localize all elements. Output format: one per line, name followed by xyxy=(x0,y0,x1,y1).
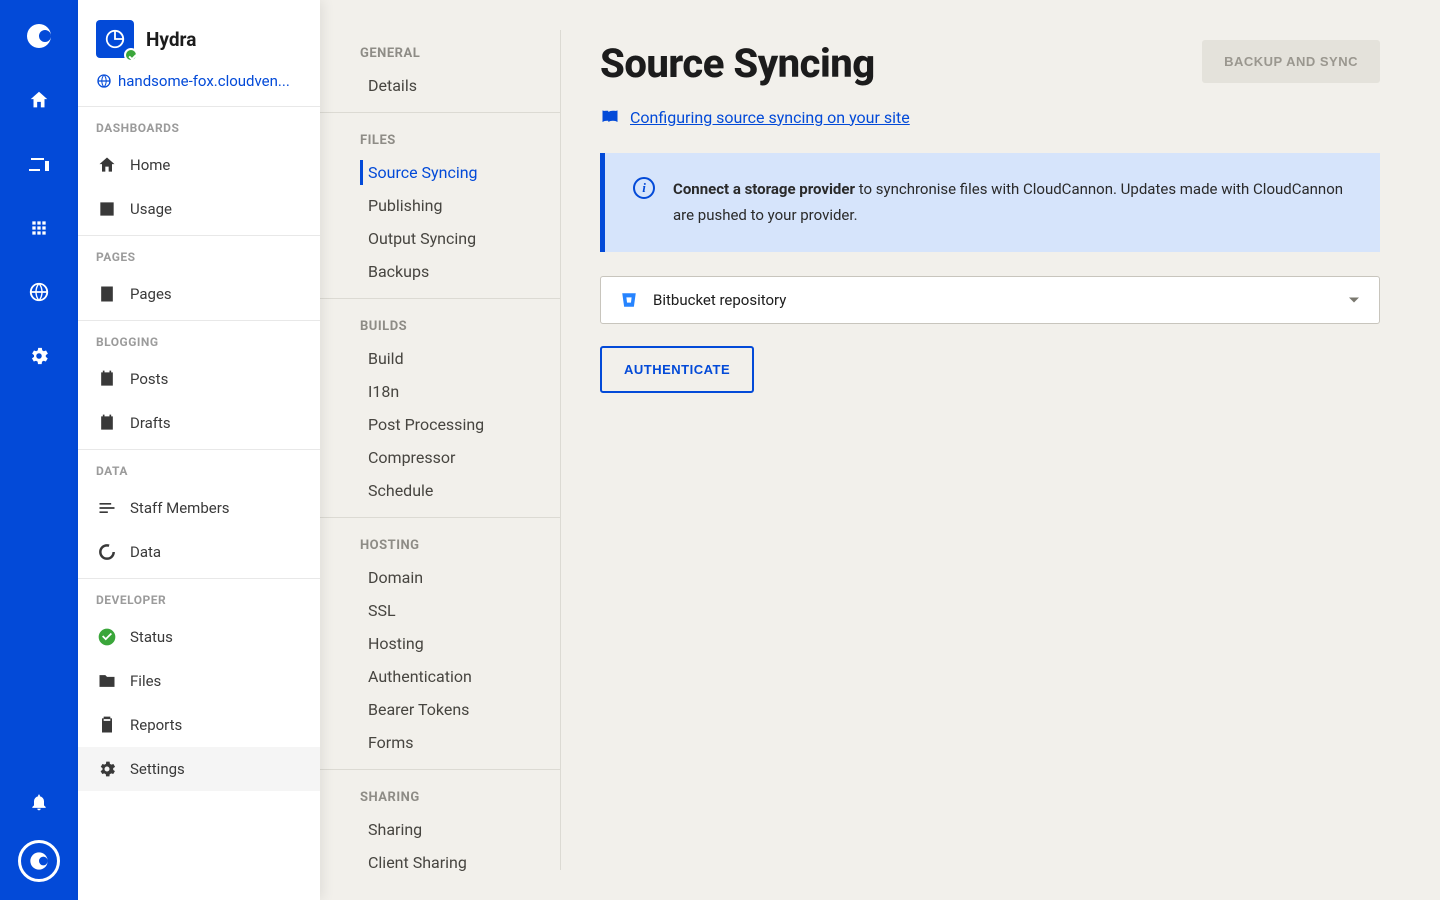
settings-item-sharing[interactable]: Sharing xyxy=(320,813,560,846)
project-url-text: handsome-fox.cloudven... xyxy=(118,72,290,90)
calendar-icon xyxy=(96,413,118,433)
project-icon xyxy=(96,20,134,58)
settings-item-backups[interactable]: Backups xyxy=(320,255,560,288)
bitbucket-icon xyxy=(619,291,639,309)
settings-item-hosting[interactable]: Hosting xyxy=(320,627,560,660)
sidebar-item-label: Staff Members xyxy=(130,499,230,517)
donut-icon xyxy=(96,542,118,562)
sidebar-item-label: Pages xyxy=(130,285,172,303)
sidebar-item-files[interactable]: Files xyxy=(78,659,320,703)
project-name: Hydra xyxy=(146,28,196,51)
sidebar-item-staff-members[interactable]: Staff Members xyxy=(78,486,320,530)
logo-icon[interactable] xyxy=(21,18,57,54)
sidebar-group-label: BLOGGING xyxy=(78,321,320,357)
sidebar-item-label: Home xyxy=(130,156,170,174)
chart-bar-icon xyxy=(96,199,118,219)
sidebar-item-posts[interactable]: Posts xyxy=(78,357,320,401)
clipboard-icon xyxy=(96,715,118,735)
settings-group-heading: FILES xyxy=(320,117,560,156)
settings-nav: GENERALDetails FILESSource SyncingPublish… xyxy=(320,0,560,900)
info-box: i Connect a storage provider to synchron… xyxy=(600,153,1380,252)
sidebar-item-home[interactable]: Home xyxy=(78,143,320,187)
sidebar-item-label: Usage xyxy=(130,200,172,218)
sidebar-item-reports[interactable]: Reports xyxy=(78,703,320,747)
project-row[interactable]: Hydra xyxy=(96,20,302,58)
doc-link[interactable]: Configuring source syncing on your site xyxy=(600,107,1380,127)
provider-select-label: Bitbucket repository xyxy=(653,291,786,309)
sidebar-group-label: DEVELOPER xyxy=(78,579,320,615)
rail-devices-icon[interactable] xyxy=(21,146,57,182)
settings-group-heading: GENERAL xyxy=(320,30,560,69)
settings-item-forms[interactable]: Forms xyxy=(320,726,560,759)
info-icon: i xyxy=(633,177,655,199)
project-url-link[interactable]: handsome-fox.cloudven... xyxy=(96,72,302,90)
status-badge-icon xyxy=(124,48,138,62)
book-icon xyxy=(600,107,620,127)
rail-avatar[interactable] xyxy=(18,840,60,882)
settings-group-heading: BUILDS xyxy=(320,303,560,342)
check-circle-icon xyxy=(96,627,118,647)
settings-item-bearer-tokens[interactable]: Bearer Tokens xyxy=(320,693,560,726)
settings-item-publishing[interactable]: Publishing xyxy=(320,189,560,222)
settings-item-i18n[interactable]: I18n xyxy=(320,375,560,408)
settings-item-ssl[interactable]: SSL xyxy=(320,594,560,627)
settings-item-details[interactable]: Details xyxy=(320,69,560,102)
sidebar-item-status[interactable]: Status xyxy=(78,615,320,659)
sidebar-item-label: Drafts xyxy=(130,414,171,432)
lines-icon xyxy=(96,498,118,518)
sidebar-item-label: Files xyxy=(130,672,161,690)
rail-bell-icon[interactable] xyxy=(21,784,57,820)
rail-gear-icon[interactable] xyxy=(21,338,57,374)
rail-globe-icon[interactable] xyxy=(21,274,57,310)
house-icon xyxy=(96,155,118,175)
settings-group-heading: SHARING xyxy=(320,774,560,813)
settings-item-authentication[interactable]: Authentication xyxy=(320,660,560,693)
app-rail xyxy=(0,0,78,900)
sidebar-group-label: PAGES xyxy=(78,236,320,272)
settings-item-domain[interactable]: Domain xyxy=(320,561,560,594)
sidebar-item-pages[interactable]: Pages xyxy=(78,272,320,316)
sidebar-item-label: Reports xyxy=(130,716,182,734)
authenticate-button[interactable]: AUTHENTICATE xyxy=(600,346,754,393)
settings-group-heading: HOSTING xyxy=(320,522,560,561)
project-header: Hydra handsome-fox.cloudven... xyxy=(78,0,320,102)
sidebar-item-label: Status xyxy=(130,628,173,646)
sidebar-group-label: DATA xyxy=(78,450,320,486)
settings-item-client-sharing[interactable]: Client Sharing xyxy=(320,846,560,879)
settings-item-output-syncing[interactable]: Output Syncing xyxy=(320,222,560,255)
folder-icon xyxy=(96,671,118,691)
page-icon xyxy=(96,284,118,304)
settings-item-compressor[interactable]: Compressor xyxy=(320,441,560,474)
rail-bottom xyxy=(18,784,60,882)
sidebar-item-data[interactable]: Data xyxy=(78,530,320,574)
sidebar: Hydra handsome-fox.cloudven... DASHBOARD… xyxy=(78,0,320,900)
main-content: Source Syncing BACKUP AND SYNC Configuri… xyxy=(560,0,1440,900)
calendar-check-icon xyxy=(96,369,118,389)
provider-select[interactable]: Bitbucket repository xyxy=(600,276,1380,324)
sidebar-group-label: DASHBOARDS xyxy=(78,107,320,143)
page-title: Source Syncing xyxy=(600,40,875,87)
settings-item-build[interactable]: Build xyxy=(320,342,560,375)
settings-item-source-syncing[interactable]: Source Syncing xyxy=(320,156,560,189)
settings-item-post-processing[interactable]: Post Processing xyxy=(320,408,560,441)
sidebar-item-label: Settings xyxy=(130,760,185,778)
doc-link-text: Configuring source syncing on your site xyxy=(630,108,910,127)
gear-icon xyxy=(96,759,118,779)
info-text: Connect a storage provider to synchronis… xyxy=(673,177,1352,228)
sidebar-item-label: Posts xyxy=(130,370,168,388)
sidebar-item-usage[interactable]: Usage xyxy=(78,187,320,231)
rail-apps-icon[interactable] xyxy=(21,210,57,246)
chevron-down-icon xyxy=(1349,298,1359,303)
sidebar-item-settings[interactable]: Settings xyxy=(78,747,320,791)
rail-home-icon[interactable] xyxy=(21,82,57,118)
sidebar-item-label: Data xyxy=(130,543,161,561)
backup-sync-button[interactable]: BACKUP AND SYNC xyxy=(1202,40,1380,83)
settings-item-schedule[interactable]: Schedule xyxy=(320,474,560,507)
sidebar-item-drafts[interactable]: Drafts xyxy=(78,401,320,445)
